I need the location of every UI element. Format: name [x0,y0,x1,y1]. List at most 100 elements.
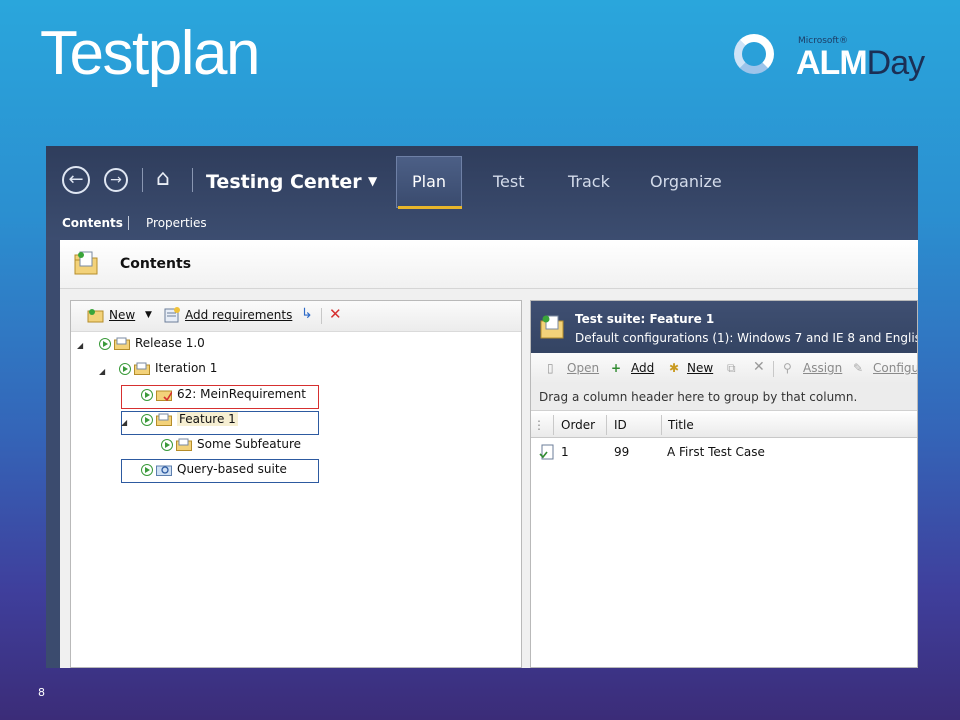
panel-header: Contents [60,240,918,289]
contents-panel: Contents New ▼ Add requirements ↳ ✕ ◢ Re… [60,240,918,668]
new-button[interactable]: New [687,361,713,375]
suite-folder-icon [176,438,192,451]
play-icon [141,463,153,476]
delete-icon[interactable]: ✕ [329,305,342,323]
remove-icon[interactable]: ✕ [753,359,765,375]
column-divider [661,415,662,435]
group-by-hint: Drag a column header here to group by th… [531,383,917,411]
testing-center-window: ← → ⌂ Testing Center ▼ Plan Test Track O… [46,146,918,668]
chevron-down-icon[interactable]: ▼ [368,174,377,188]
add-label: Add [631,361,655,375]
refresh-icon[interactable]: ↳ [301,306,313,322]
tree-node-label: Some Subfeature [197,437,302,451]
play-icon [99,337,111,350]
column-id[interactable]: ID [614,418,627,432]
row-selector-grip: ⋮ [533,418,545,432]
play-icon [141,388,153,401]
tree-node-subfeature[interactable]: Some Subfeature [161,437,301,455]
tree-node-label: Query-based suite [177,462,287,476]
home-icon[interactable]: ⌂ [156,166,182,192]
tree-node-query-suite[interactable]: Query-based suite [141,462,287,480]
new-button[interactable]: New [109,308,135,322]
open-icon: ▯ [547,361,554,375]
logo-ring-icon [734,34,774,74]
tree-toolbar: New ▼ Add requirements ↳ ✕ [71,301,521,332]
query-suite-icon [156,465,172,476]
column-divider [606,415,607,435]
configure-icon: ✎ [853,361,864,375]
tree-node-feature[interactable]: Feature 1 [141,412,238,430]
tree-node-requirement[interactable]: 62: MeinRequirement [141,387,306,405]
requirement-suite-icon [156,390,172,401]
forward-icon[interactable]: → [104,168,128,192]
suite-folder-icon [156,413,172,426]
new-label: New [109,308,136,322]
tab-plan[interactable]: Plan [396,156,462,208]
top-bar: ← → ⌂ Testing Center ▼ Plan Test Track O… [46,146,918,240]
play-icon [141,413,153,426]
tab-track[interactable]: Track [568,172,610,191]
back-icon[interactable]: ← [62,166,90,194]
slide-title: Testplan [40,19,260,88]
app-title[interactable]: Testing Center [206,171,362,193]
open-label: Open [567,361,600,375]
suite-title: Test suite: Feature 1 [575,312,715,326]
suite-folder-icon [114,337,130,350]
tree-node-label: Feature 1 [177,412,238,426]
page-number: 8 [38,686,45,699]
logo-text: ALMDay [796,44,925,83]
tree-node-label: 62: MeinRequirement [177,387,306,401]
suite-folder-icon [134,362,150,375]
divider [142,168,143,192]
add-icon: + [611,361,622,375]
copy-icon[interactable]: ⧉ [727,361,736,376]
test-case-icon [539,444,554,460]
column-divider [553,415,554,435]
add-button[interactable]: Add [631,361,654,375]
column-header-row: ⋮ Order ID Title [531,413,917,438]
configure-button[interactable]: Configu [873,361,918,375]
new-test-case-icon: ✱ [669,361,680,375]
assign-button[interactable]: Assign [803,361,842,375]
cell-order: 1 [561,445,569,459]
tree-node-iteration[interactable]: Iteration 1 [119,361,217,379]
suite-configurations[interactable]: Default configurations (1): Windows 7 an… [575,331,917,345]
suite-header: Test suite: Feature 1 Default configurat… [531,301,917,353]
contents-folder-icon [74,251,98,275]
subnav-contents[interactable]: Contents [62,216,123,230]
collapse-icon[interactable]: ◢ [99,367,105,376]
logo-day: Day [866,44,925,82]
column-title[interactable]: Title [668,418,694,432]
tab-active-indicator [398,206,462,209]
tree-node-label: Release 1.0 [135,336,205,350]
play-icon [161,438,173,451]
chevron-down-icon[interactable]: ▼ [145,310,152,320]
subnav-properties[interactable]: Properties [146,216,207,230]
logo-alm: ALM [796,44,868,82]
tab-organize[interactable]: Organize [650,172,722,191]
collapse-icon[interactable]: ◢ [77,341,83,350]
plan-tree-pane: New ▼ Add requirements ↳ ✕ ◢ Release 1.0… [70,300,522,668]
add-requirements-icon [164,307,180,323]
tab-test[interactable]: Test [493,172,525,191]
configure-label: Configu [873,361,918,375]
alm-day-logo: Microsoft® ALMDay [734,34,934,90]
new-label: New [687,361,714,375]
open-button[interactable]: Open [567,361,599,375]
add-requirements-button[interactable]: Add requirements [185,308,292,322]
new-suite-icon [87,309,104,323]
tree-node-label: Iteration 1 [155,361,218,375]
tree-node-release[interactable]: Release 1.0 [99,336,205,354]
column-order[interactable]: Order [561,418,595,432]
divider [192,168,193,192]
divider [321,308,322,324]
contents-title: Contents [120,256,192,272]
cell-title: A First Test Case [667,445,765,459]
table-row[interactable]: 1 99 A First Test Case [531,441,917,463]
assign-label: Assign [803,361,843,375]
suite-folder-icon [540,315,564,339]
assign-icon: ⚲ [783,361,792,375]
collapse-icon[interactable]: ◢ [121,418,127,427]
divider [128,216,129,230]
cell-id: 99 [614,445,630,459]
